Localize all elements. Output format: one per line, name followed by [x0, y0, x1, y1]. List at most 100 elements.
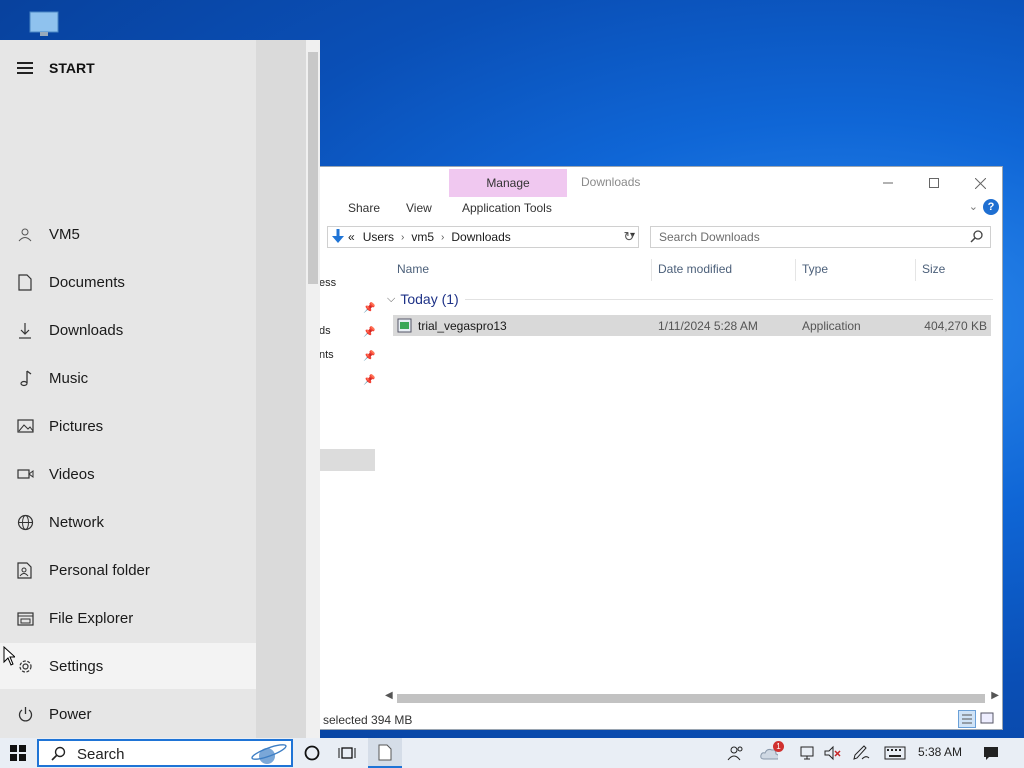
breadcrumb-users[interactable]: Users: [363, 230, 394, 244]
search-input[interactable]: Search Downloads: [650, 226, 991, 248]
close-button[interactable]: [957, 170, 1003, 196]
network-icon[interactable]: [800, 744, 818, 762]
search-icon: [51, 746, 66, 764]
column-header-name[interactable]: Name: [397, 262, 429, 276]
minimize-button[interactable]: [865, 170, 911, 196]
tab-share[interactable]: Share: [348, 201, 380, 215]
start-item-documents[interactable]: Documents: [0, 259, 256, 305]
start-item-label: Downloads: [49, 321, 124, 339]
globe-icon: [16, 513, 34, 531]
system-clock[interactable]: 5:38 AM: [918, 745, 962, 759]
task-view-icon[interactable]: [338, 744, 356, 762]
window-title: Downloads: [581, 175, 641, 189]
nav-selected-item[interactable]: [319, 449, 375, 471]
maximize-button[interactable]: [911, 170, 957, 196]
pin-icon: 📌: [363, 351, 376, 362]
taskbar-search-input[interactable]: Search: [37, 739, 293, 767]
start-item-pictures[interactable]: Pictures: [0, 403, 256, 449]
search-icon: [970, 230, 983, 246]
table-row[interactable]: trial_vegaspro13 1/11/2024 5:28 AM Appli…: [393, 315, 991, 336]
start-menu-scrollbar[interactable]: [306, 40, 320, 738]
application-file-icon: [397, 318, 412, 336]
chevron-down-icon[interactable]: ⌵: [387, 293, 395, 306]
start-item-label: Network: [49, 513, 105, 531]
start-button[interactable]: [0, 738, 36, 768]
start-item-music[interactable]: Music: [0, 355, 256, 401]
column-divider[interactable]: [915, 259, 916, 281]
scroll-left-icon[interactable]: ◀: [385, 690, 393, 701]
horizontal-scrollbar[interactable]: ◀ ▶: [385, 690, 999, 705]
file-type: Application: [802, 319, 861, 333]
pen-icon[interactable]: [852, 744, 870, 762]
picture-icon: [16, 417, 34, 435]
large-icons-view-icon[interactable]: [979, 710, 997, 728]
title-bar[interactable]: Manage Downloads Share View Application …: [319, 167, 1002, 219]
desktop-computer-icon[interactable]: [28, 10, 62, 42]
start-item-power[interactable]: Power: [0, 691, 256, 737]
manage-contextual-tab[interactable]: Manage: [449, 169, 567, 197]
scrollbar-thumb[interactable]: [397, 694, 985, 703]
start-item-user[interactable]: VM5: [0, 211, 256, 257]
windows-logo-icon: [10, 745, 26, 761]
file-explorer-window[interactable]: Manage Downloads Share View Application …: [318, 166, 1003, 730]
navigation-pane[interactable]: ess 📌 ds 📌 nts 📌 📌: [319, 259, 377, 689]
file-icon: [378, 744, 392, 760]
start-item-label: File Explorer: [49, 609, 134, 627]
start-item-settings[interactable]: Settings: [0, 643, 256, 689]
breadcrumb-vm5[interactable]: vm5: [411, 230, 434, 244]
file-explorer-icon: [16, 609, 34, 627]
start-item-videos[interactable]: Videos: [0, 451, 256, 497]
pin-icon: 📌: [363, 303, 376, 314]
ribbon-expand-icon[interactable]: ⌄: [969, 200, 978, 213]
scrollbar-thumb[interactable]: [308, 52, 318, 284]
document-icon: [16, 273, 34, 291]
chevron-right-icon[interactable]: ›: [441, 232, 444, 243]
mouse-cursor-icon: [3, 645, 17, 669]
start-item-personal-folder[interactable]: Personal folder: [0, 547, 256, 593]
action-center-icon[interactable]: [982, 744, 1000, 762]
taskbar-app-file-explorer[interactable]: [368, 738, 402, 768]
chevron-right-icon[interactable]: ›: [401, 232, 404, 243]
column-header-type[interactable]: Type: [802, 262, 828, 276]
file-size: 404,270 KB: [924, 319, 987, 333]
address-bar[interactable]: « Users › vm5 › Downloads ▾: [327, 226, 639, 248]
cortana-icon[interactable]: [303, 744, 321, 762]
music-note-icon: [16, 369, 34, 387]
help-icon[interactable]: ?: [983, 199, 999, 215]
breadcrumb-downloads[interactable]: Downloads: [451, 230, 510, 244]
pin-icon: 📌: [363, 327, 376, 338]
start-item-file-explorer[interactable]: File Explorer: [0, 595, 256, 641]
start-item-label: Personal folder: [49, 561, 150, 579]
group-header-label: Today (1): [400, 291, 459, 307]
tab-view[interactable]: View: [406, 201, 432, 215]
group-header[interactable]: ⌵ Today (1): [387, 291, 459, 307]
volume-muted-icon[interactable]: [824, 744, 842, 762]
scroll-right-icon[interactable]: ▶: [991, 690, 999, 701]
pin-icon: 📌: [363, 375, 376, 386]
gear-icon: [16, 657, 34, 675]
start-item-network[interactable]: Network: [0, 499, 256, 545]
column-header-size[interactable]: Size: [922, 262, 945, 276]
status-bar: selected 394 MB: [323, 713, 413, 727]
details-view-icon[interactable]: [958, 710, 976, 728]
nav-item-documents[interactable]: nts: [319, 349, 334, 361]
start-item-downloads[interactable]: Downloads: [0, 307, 256, 353]
column-header-date[interactable]: Date modified: [658, 262, 732, 276]
start-menu[interactable]: START VM5 Documents Downloads Music Pict…: [0, 40, 320, 738]
column-divider[interactable]: [651, 259, 652, 281]
tab-application-tools[interactable]: Application Tools: [462, 201, 552, 215]
hamburger-menu-icon[interactable]: [17, 62, 33, 77]
personal-folder-icon: [16, 561, 34, 579]
notification-badge: 1: [773, 741, 784, 752]
address-overflow[interactable]: «: [348, 230, 355, 244]
refresh-icon[interactable]: ↻: [621, 229, 637, 245]
nav-item-quick-access[interactable]: ess: [319, 277, 336, 289]
search-placeholder: Search Downloads: [659, 230, 760, 244]
people-icon[interactable]: [727, 744, 745, 762]
nav-item-downloads[interactable]: ds: [319, 325, 331, 337]
address-row: « Users › vm5 › Downloads ▾ ↻ Search Dow…: [319, 225, 1002, 249]
keyboard-icon[interactable]: [883, 744, 907, 762]
location-arrow-icon: [332, 228, 344, 246]
column-divider[interactable]: [795, 259, 796, 281]
start-item-label: Power: [49, 705, 92, 723]
